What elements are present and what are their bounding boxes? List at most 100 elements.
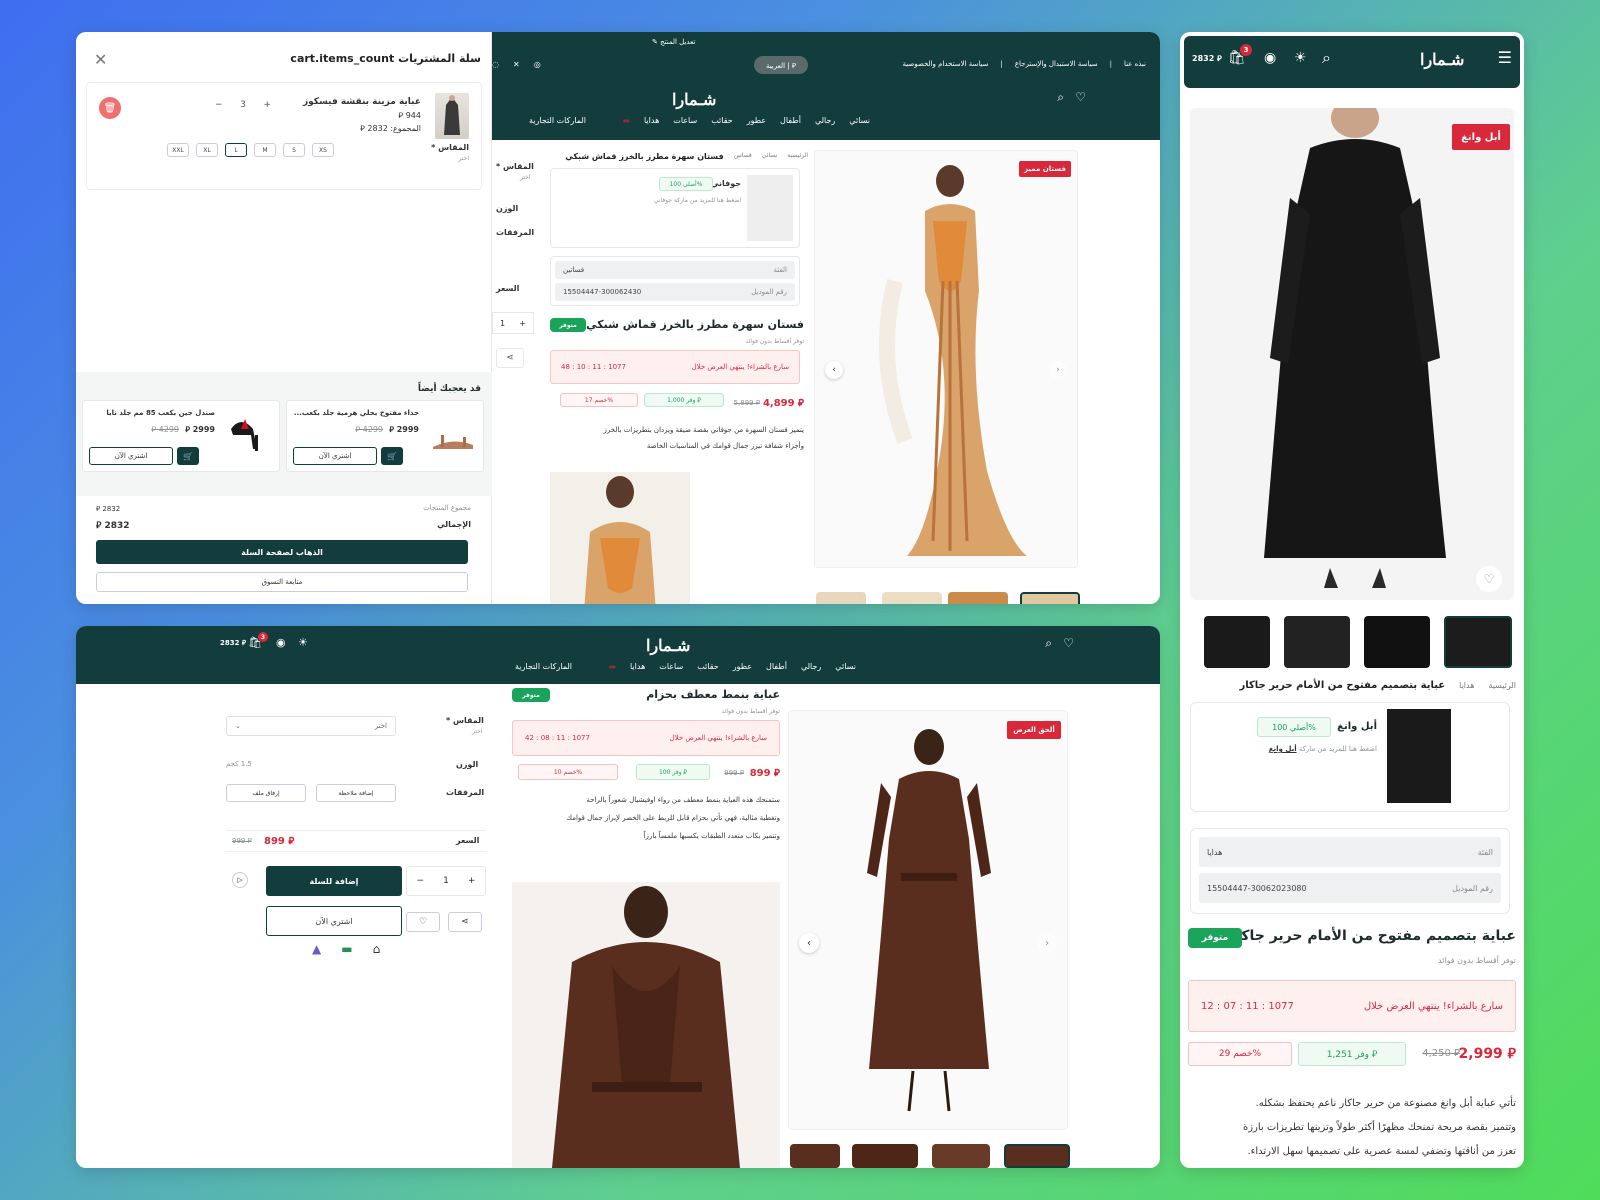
about-link[interactable]: نبذه عنا	[1124, 60, 1146, 68]
add-to-cart-button[interactable]: إضافة للسلة	[266, 866, 402, 896]
rec-buy-button[interactable]: اشتري الآن	[89, 447, 173, 465]
size-xs[interactable]: XS	[312, 143, 334, 157]
thumbnail[interactable]	[1204, 616, 1270, 668]
rec-cart-button[interactable]: 🛒	[381, 447, 403, 465]
nav-women[interactable]: نسائي	[849, 116, 870, 125]
language-switch[interactable]: العربية | ⃁	[754, 56, 808, 74]
brand-logo[interactable]: شـمارا	[1420, 50, 1464, 69]
qty-value[interactable]: 1	[500, 319, 505, 328]
nav-women[interactable]: نسائي	[835, 662, 856, 671]
minus-icon[interactable]: −	[417, 876, 425, 886]
nav-watches[interactable]: ساعات	[673, 116, 697, 125]
gallery-next-icon[interactable]: ›	[1049, 361, 1067, 379]
qty-stepper[interactable]: 1 +	[492, 312, 534, 334]
thumbnail-selected[interactable]	[1004, 1144, 1070, 1168]
qty-value[interactable]: 1	[443, 876, 449, 886]
size-xl[interactable]: XL	[196, 143, 218, 157]
wishlist-button[interactable]: ♡	[406, 912, 440, 932]
size-l[interactable]: L	[225, 143, 247, 157]
rec-name[interactable]: صندل جين بكعب 85 مم جلد نابا	[106, 409, 215, 417]
rec-buy-button[interactable]: اشتري الآن	[293, 447, 377, 465]
plus-icon[interactable]: +	[468, 876, 476, 886]
brand-link[interactable]: أبل وانغ	[1269, 745, 1297, 753]
close-icon[interactable]: ✕	[94, 50, 107, 69]
thumbnail[interactable]	[816, 592, 866, 604]
attach-file-button[interactable]: إرفاق ملف	[226, 784, 306, 802]
rec-name[interactable]: حذاء مفتوح بحلي هرمية جلد بكعب...	[294, 409, 419, 417]
edit-product-link[interactable]: ✎ تعديل المنتج	[652, 38, 695, 46]
gallery-prev-icon[interactable]: ‹	[825, 361, 843, 379]
plus-icon[interactable]: +	[519, 319, 526, 328]
breadcrumb-item[interactable]: الرئيسية	[787, 152, 808, 161]
thumbnail-selected[interactable]	[1020, 592, 1080, 604]
search-icon[interactable]: ⌕	[1057, 90, 1064, 105]
thumbnail[interactable]	[948, 592, 1008, 604]
size-m[interactable]: M	[254, 143, 276, 157]
nav-highlight[interactable]: ▬	[600, 116, 630, 125]
continue-shopping-button[interactable]: متابعة التسوق	[96, 572, 468, 592]
play-icon[interactable]: ▷	[232, 872, 248, 888]
x-icon[interactable]: ✕	[513, 60, 520, 69]
heart-icon[interactable]: ♡	[1063, 636, 1074, 650]
snapchat-icon[interactable]: ◌	[492, 60, 499, 69]
cart-item-name[interactable]: عباية مزينة بنقشة فيسكوز	[303, 97, 421, 107]
rec-cart-button[interactable]: 🛒	[177, 447, 199, 465]
thumbnail[interactable]	[790, 1144, 840, 1168]
minus-icon[interactable]: −	[215, 100, 223, 110]
cart-qty[interactable]: 3	[240, 100, 246, 110]
search-icon[interactable]: ⌕	[1322, 48, 1331, 68]
breadcrumb-item[interactable]: فساتين	[734, 152, 752, 161]
nav-kids[interactable]: أطفال	[766, 662, 787, 671]
account-icon[interactable]: ◉	[1264, 50, 1276, 66]
share-button[interactable]: ⋖	[448, 912, 482, 932]
account-icon[interactable]: ◉	[276, 636, 286, 649]
brand-name[interactable]: أبل وانغ	[1337, 721, 1377, 732]
breadcrumb-item[interactable]: الرئيسية	[1488, 681, 1516, 690]
nav-bags[interactable]: حقائب	[711, 116, 733, 125]
nav-bags[interactable]: حقائب	[697, 662, 719, 671]
thumbnail-selected[interactable]	[1444, 616, 1512, 668]
nav-men[interactable]: رجالي	[801, 662, 821, 671]
nav-perfumes[interactable]: عطور	[747, 116, 766, 125]
nav-brands[interactable]: الماركات التجارية	[529, 116, 586, 125]
plus-icon[interactable]: +	[263, 100, 271, 110]
brand-hint[interactable]: اضغط هنا للمزيد من ماركة جوفاني	[654, 197, 741, 204]
heart-icon[interactable]: ♡	[1075, 90, 1086, 104]
nav-perfumes[interactable]: عطور	[733, 662, 752, 671]
nav-brands[interactable]: الماركات التجارية	[515, 662, 572, 671]
nav-watches[interactable]: ساعات	[659, 662, 683, 671]
nav-gifts[interactable]: هدايا	[630, 662, 645, 671]
privacy-policy-link[interactable]: سياسة الاستخدام والخصوصية	[902, 60, 988, 68]
instagram-icon[interactable]: ◎	[534, 60, 541, 69]
buy-now-button[interactable]: اشتري الآن	[266, 906, 402, 936]
thumbnail[interactable]	[932, 1144, 990, 1168]
gallery-prev-icon[interactable]: ‹	[799, 933, 819, 953]
nav-men[interactable]: رجالي	[815, 116, 835, 125]
add-note-button[interactable]: إضافة ملاحظة	[316, 784, 396, 802]
gallery-next-icon[interactable]: ›	[1037, 933, 1057, 953]
size-s[interactable]: S	[283, 143, 305, 157]
size-xxl[interactable]: XXL	[167, 143, 189, 157]
qty-stepper[interactable]: − 1 +	[406, 866, 486, 896]
breadcrumb-item[interactable]: نسائي	[762, 152, 778, 161]
thumbnail[interactable]	[852, 1144, 918, 1168]
theme-icon[interactable]: ☀	[1294, 50, 1307, 66]
thumbnail[interactable]	[1364, 616, 1430, 668]
theme-icon[interactable]: ☀	[298, 636, 308, 649]
size-select[interactable]: ⌄ اختر	[226, 716, 396, 736]
cart-qty-stepper[interactable]: − 3 +	[215, 97, 271, 113]
nav-gifts[interactable]: هدايا	[644, 116, 659, 125]
nav-kids[interactable]: أطفال	[780, 116, 801, 125]
returns-policy-link[interactable]: سياسة الاستبدال والإسترجاع	[1015, 60, 1098, 68]
breadcrumb-item[interactable]: هدايا	[1459, 681, 1474, 690]
brand-name[interactable]: جوفاني	[711, 179, 741, 188]
brand-logo[interactable]: شـمارا	[672, 90, 716, 109]
search-icon[interactable]: ⌕	[1045, 636, 1052, 651]
share-icon[interactable]: ⋖	[496, 348, 524, 368]
nav-highlight[interactable]: ▬	[586, 662, 616, 671]
go-cart-button[interactable]: الذهاب لصفحة السلة	[96, 540, 468, 564]
wishlist-icon[interactable]: ♡	[1476, 566, 1502, 592]
brand-logo[interactable]: شـمارا	[646, 636, 690, 655]
thumbnail[interactable]	[882, 592, 942, 604]
menu-icon[interactable]: ☰	[1498, 48, 1512, 67]
